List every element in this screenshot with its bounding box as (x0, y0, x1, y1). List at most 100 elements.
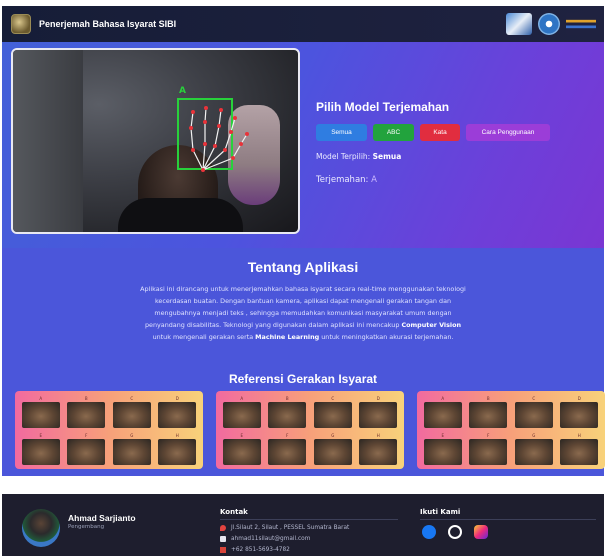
about-keyword-ml: Machine Learning (255, 333, 320, 341)
developer-avatar (22, 509, 60, 547)
selected-model: Model Terpilih: Semua (316, 152, 596, 161)
sign-cell: A (423, 396, 463, 428)
sign-cell: G (514, 433, 554, 465)
sign-image (469, 439, 508, 465)
model-buttons: Semua ABC Kata Cara Penggunaan (316, 124, 596, 141)
sign-image (21, 402, 60, 428)
sign-image (514, 439, 553, 465)
camera-background (13, 50, 83, 232)
sign-image (21, 439, 60, 465)
follow-divider (420, 519, 596, 520)
sign-cell: A (21, 396, 61, 428)
sign-cell: B (268, 396, 308, 428)
about-keyword-cv: Computer Vision (401, 321, 462, 329)
sign-image (268, 439, 307, 465)
contact-title: Kontak (220, 508, 248, 516)
sign-cell: A (222, 396, 262, 428)
instagram-icon[interactable] (474, 525, 488, 539)
sign-cell: F (469, 433, 509, 465)
address-text: Jl.Silaut 2, Silaut , PESSEL Sumatra Bar… (231, 525, 350, 531)
tut-wuri-logo-icon (538, 13, 560, 35)
sign-cell: C (514, 396, 554, 428)
footer: Ahmad Sarjianto Pengembang Kontak Jl.Sil… (2, 494, 604, 556)
model-panel: Pilih Model Terjemahan Semua ABC Kata Ca… (316, 100, 596, 185)
contact-divider (220, 519, 398, 520)
developer-name: Ahmad Sarjianto (68, 513, 136, 523)
phone-text: +62 851-5693-4782 (231, 547, 290, 553)
sign-cell: H (560, 433, 600, 465)
mail-icon (220, 536, 226, 542)
location-icon (220, 525, 226, 531)
sign-cell: F (67, 433, 107, 465)
sign-image (560, 402, 599, 428)
sign-image (469, 402, 508, 428)
sign-image (423, 439, 462, 465)
contact-email[interactable]: ahmad11silaut@gmail.com (220, 536, 310, 542)
sign-image (359, 402, 398, 428)
sign-image (67, 439, 106, 465)
sign-cell: C (112, 396, 152, 428)
sign-image (423, 402, 462, 428)
reference-card: A B C D E F G H (216, 391, 404, 469)
about-text-part: untuk meningkatkan akurasi terjemahan. (319, 333, 454, 341)
developer-role: Pengembang (68, 524, 105, 530)
sign-image (222, 439, 261, 465)
github-icon[interactable] (448, 525, 462, 539)
reference-title: Referensi Gerakan Isyarat (228, 372, 378, 386)
app-title: Penerjemah Bahasa Isyarat SIBI (39, 19, 177, 29)
reference-card: A B C D E F G H (15, 391, 203, 469)
app-logo (11, 14, 31, 34)
hand-landmarks (189, 106, 249, 172)
sign-image (67, 402, 106, 428)
model-panel-title: Pilih Model Terjemahan (316, 100, 450, 114)
usage-guide-button[interactable]: Cara Penggunaan (466, 124, 550, 141)
about-title: Tentang Aplikasi (247, 259, 359, 275)
sign-cell: B (67, 396, 107, 428)
page: Penerjemah Bahasa Isyarat SIBI A Pilih M… (2, 6, 605, 556)
sign-image (112, 402, 151, 428)
reference-card: A B C D E F G H (417, 391, 605, 469)
model-kata-button[interactable]: Kata (420, 124, 460, 141)
camera-person-shirt (118, 198, 243, 232)
phone-icon (220, 547, 226, 553)
model-abc-button[interactable]: ABC (373, 124, 414, 141)
partner-logos (506, 13, 596, 35)
email-text[interactable]: ahmad11silaut@gmail.com (231, 536, 310, 542)
camera-feed: A (11, 48, 300, 234)
sign-cell: E (21, 433, 61, 465)
selected-model-value: Semua (372, 152, 402, 161)
reference-section: Referensi Gerakan Isyarat A B C D E F G … (2, 366, 605, 476)
sign-image (514, 402, 553, 428)
sign-cell: C (313, 396, 353, 428)
about-description: Aplikasi ini dirancang untuk menerjemahk… (138, 283, 468, 343)
translation-value: A (371, 175, 377, 185)
partner-logo-icon (506, 13, 532, 35)
sign-cell: D (359, 396, 399, 428)
hero-section: A Pilih Model Terjemahan Semua ABC Kata … (2, 42, 604, 248)
sign-cell: G (313, 433, 353, 465)
sign-image (158, 439, 197, 465)
sign-cell: E (222, 433, 262, 465)
sign-cell: H (158, 433, 198, 465)
sign-image (560, 439, 599, 465)
facebook-icon[interactable] (422, 525, 436, 539)
sign-image (313, 402, 352, 428)
translation-output: Terjemahan: A (316, 175, 596, 185)
sign-cell: D (560, 396, 600, 428)
sign-cell: E (423, 433, 463, 465)
campus-logo-icon (566, 13, 596, 35)
detection-label: A (179, 86, 186, 96)
app-header: Penerjemah Bahasa Isyarat SIBI (2, 6, 604, 42)
follow-title: Ikuti Kami (420, 508, 461, 516)
sign-cell: F (268, 433, 308, 465)
sign-cell: H (359, 433, 399, 465)
sign-image (222, 402, 261, 428)
sign-cell: D (158, 396, 198, 428)
sign-cell: G (112, 433, 152, 465)
sign-image (313, 439, 352, 465)
sign-image (112, 439, 151, 465)
sign-cell: B (469, 396, 509, 428)
reference-cards: A B C D E F G H A B C D E F G H A B C D … (15, 391, 605, 469)
translation-label: Terjemahan: (316, 175, 369, 185)
model-semua-button[interactable]: Semua (316, 124, 367, 141)
